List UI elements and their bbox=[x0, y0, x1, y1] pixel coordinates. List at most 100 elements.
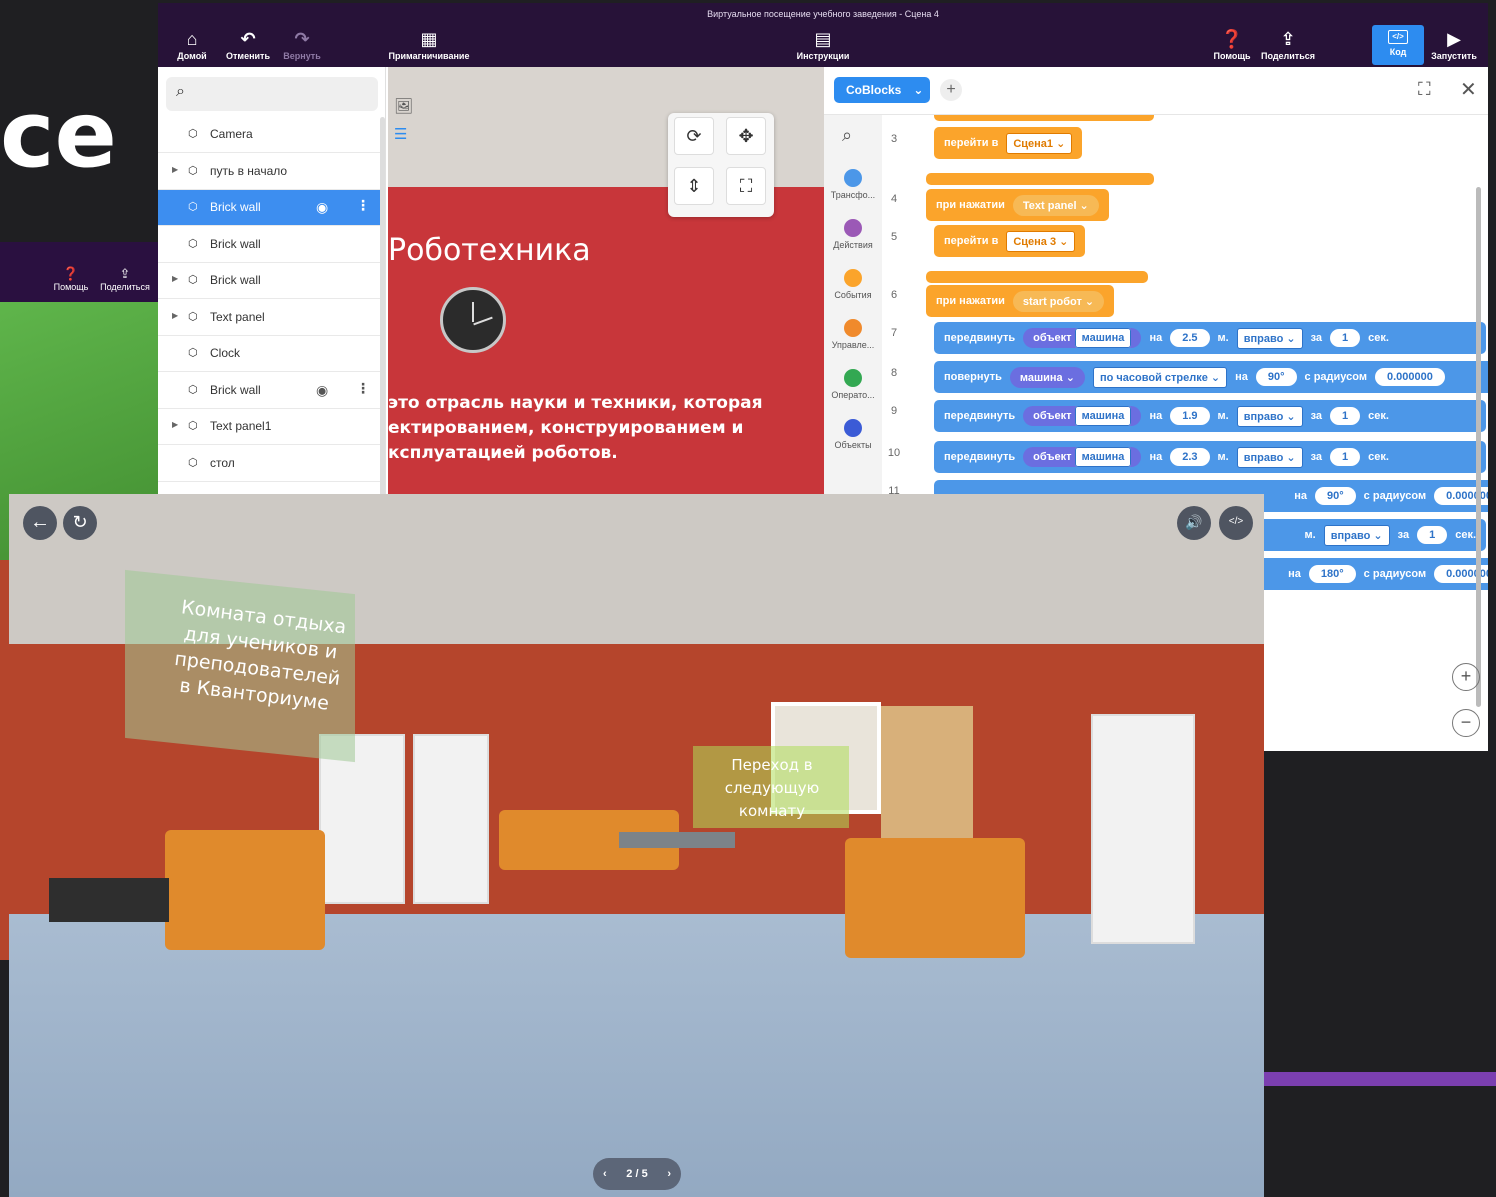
gallery-icon[interactable]: 🖼 bbox=[394, 97, 413, 115]
block-stub[interactable] bbox=[934, 115, 1154, 121]
scene-dropdown[interactable]: Сцена1 ⌄ bbox=[1006, 132, 1073, 154]
chevron-left-icon[interactable]: ‹ bbox=[603, 1168, 607, 1180]
more-options-icon[interactable]: ⋮ bbox=[356, 197, 370, 214]
code-view-button[interactable]: </> bbox=[1219, 506, 1253, 540]
time-input[interactable]: 1 bbox=[1330, 407, 1361, 425]
object-list-item[interactable]: ⬡ Camera bbox=[158, 117, 380, 153]
category-item[interactable]: Трансфо... bbox=[824, 169, 882, 200]
category-item[interactable]: Операто... bbox=[824, 369, 882, 400]
eye-icon[interactable]: ◉ bbox=[316, 199, 328, 216]
rotate-icon[interactable]: ⟳ bbox=[674, 117, 714, 155]
sound-button[interactable]: 🔊 bbox=[1177, 506, 1211, 540]
distance-input[interactable]: 2.5 bbox=[1170, 329, 1210, 347]
search-icon[interactable]: ⌕ bbox=[842, 125, 852, 146]
restart-button[interactable]: ↻ bbox=[63, 506, 97, 540]
coblocks-tab[interactable]: CoBlocks ⌄ bbox=[834, 77, 930, 103]
target-dropdown[interactable]: машина bbox=[1074, 406, 1132, 426]
code-button[interactable]: </> Код bbox=[1372, 25, 1424, 65]
angle-input[interactable]: 90° bbox=[1255, 368, 1297, 386]
back-button[interactable]: ← bbox=[23, 506, 57, 540]
clock-hand bbox=[473, 316, 493, 326]
bg-help-button[interactable]: ❓ Помощь bbox=[48, 266, 94, 292]
object-list-item[interactable]: ⬡ Brick wall bbox=[158, 227, 380, 263]
fullscreen-icon[interactable]: ⛶ bbox=[1418, 79, 1431, 100]
object-list-item[interactable]: ⬡ Brick wall ◉ ⋮ bbox=[158, 190, 380, 226]
redo-button[interactable]: ↷ Вернуть bbox=[272, 29, 332, 61]
category-item[interactable]: Объекты bbox=[824, 419, 882, 450]
time-input[interactable]: 1 bbox=[1330, 448, 1361, 466]
instructions-button[interactable]: ▤ Инструкции bbox=[786, 29, 860, 61]
object-selector[interactable]: объект машина bbox=[1023, 447, 1142, 467]
scene-view[interactable]: Роботехника это отрасль науки и техники,… bbox=[388, 67, 824, 497]
goto-block[interactable]: перейти в Сцена 3 ⌄ bbox=[934, 225, 1086, 257]
close-icon[interactable]: ✕ bbox=[1460, 77, 1477, 102]
code-scrollbar[interactable] bbox=[1476, 187, 1481, 707]
on-click-block[interactable]: при нажатии Text panel ⌄ bbox=[926, 189, 1109, 221]
zoom-in-button[interactable]: + bbox=[1452, 663, 1480, 691]
more-options-icon[interactable]: ⋮ bbox=[356, 380, 370, 397]
home-button[interactable]: ⌂ Домой bbox=[162, 29, 222, 61]
object-dropdown[interactable]: Text panel ⌄ bbox=[1012, 194, 1099, 216]
object-dropdown[interactable]: start робот ⌄ bbox=[1012, 290, 1105, 312]
dropdown-value: вправо bbox=[1243, 451, 1284, 464]
clock-object[interactable] bbox=[440, 287, 506, 353]
rotate-block[interactable]: повернуть машина ⌄ по часовой стрелке ⌄ … bbox=[934, 361, 1488, 393]
category-item[interactable]: Действия bbox=[824, 219, 882, 250]
zoom-out-button[interactable]: − bbox=[1452, 709, 1480, 737]
object-list-item[interactable]: ⬡ Brick wall ◉ ⋮ bbox=[158, 373, 380, 409]
scene-dropdown[interactable]: Сцена 3 ⌄ bbox=[1006, 230, 1076, 252]
vertical-move-icon[interactable]: ⇕ bbox=[674, 167, 714, 205]
move-icon[interactable]: ✥ bbox=[726, 117, 766, 155]
list-icon[interactable]: ☰ bbox=[394, 125, 407, 143]
object-list-item[interactable]: ⬡ стол bbox=[158, 446, 380, 482]
radius-input[interactable]: 0.000000 bbox=[1374, 368, 1445, 386]
run-button[interactable]: ▶ Запустить bbox=[1424, 29, 1484, 61]
category-item[interactable]: Управле... bbox=[824, 319, 882, 350]
help-button[interactable]: ❓ Помощь bbox=[1202, 29, 1262, 61]
time-input[interactable]: 1 bbox=[1417, 526, 1448, 544]
object-selector[interactable]: объект машина bbox=[1023, 328, 1142, 348]
move-block[interactable]: передвинуть объект машина на 1.9 м. впра… bbox=[934, 400, 1486, 432]
direction-dropdown[interactable]: вправо ⌄ bbox=[1323, 524, 1390, 546]
dropdown-value: вправо bbox=[1330, 529, 1371, 542]
add-tab-button[interactable]: + bbox=[940, 79, 962, 101]
object-list-item[interactable]: ▶ ⬡ путь в начало bbox=[158, 154, 380, 190]
object-list-scrollbar[interactable] bbox=[380, 117, 385, 497]
object-list-item[interactable]: ▶ ⬡ Text panel bbox=[158, 300, 380, 336]
bg-share-button[interactable]: ⇪ Поделиться bbox=[98, 266, 152, 292]
rotation-direction-dropdown[interactable]: по часовой стрелке ⌄ bbox=[1092, 366, 1228, 388]
undo-button[interactable]: ↶ Отменить bbox=[218, 29, 278, 61]
scene-player[interactable]: Комната отдыха для учеников и преподоват… bbox=[9, 494, 1264, 1197]
move-block[interactable]: передвинуть объект машина на 2.3 м. впра… bbox=[934, 441, 1486, 473]
angle-input[interactable]: 90° bbox=[1315, 487, 1356, 505]
object-selector[interactable]: объект машина bbox=[1023, 406, 1142, 426]
chevron-right-icon[interactable]: › bbox=[667, 1168, 671, 1180]
goto-block[interactable]: перейти в Сцена1 ⌄ bbox=[934, 127, 1083, 159]
cube-icon: ⬡ bbox=[188, 456, 198, 469]
expand-arrow-icon[interactable]: ▶ bbox=[172, 274, 178, 283]
expand-arrow-icon[interactable]: ▶ bbox=[172, 165, 178, 174]
time-input[interactable]: 1 bbox=[1330, 329, 1361, 347]
direction-dropdown[interactable]: вправо ⌄ bbox=[1236, 405, 1303, 427]
on-click-block[interactable]: при нажатии start робот ⌄ bbox=[926, 285, 1115, 317]
direction-dropdown[interactable]: вправо ⌄ bbox=[1236, 446, 1303, 468]
direction-dropdown[interactable]: вправо ⌄ bbox=[1236, 327, 1303, 349]
target-dropdown[interactable]: машина bbox=[1074, 328, 1132, 348]
expand-arrow-icon[interactable]: ▶ bbox=[172, 311, 178, 320]
object-list-item[interactable]: ▶ ⬡ Text panel1 bbox=[158, 409, 380, 445]
object-list-item[interactable]: ▶ ⬡ Brick wall bbox=[158, 263, 380, 299]
distance-input[interactable]: 1.9 bbox=[1170, 407, 1210, 425]
angle-input[interactable]: 180° bbox=[1308, 565, 1356, 583]
distance-input[interactable]: 2.3 bbox=[1170, 448, 1210, 466]
scale-icon[interactable]: ⛶ bbox=[726, 167, 766, 205]
expand-arrow-icon[interactable]: ▶ bbox=[172, 420, 178, 429]
target-dropdown[interactable]: машина bbox=[1074, 447, 1132, 467]
eye-icon[interactable]: ◉ bbox=[316, 382, 328, 399]
share-button[interactable]: ⇪ Поделиться bbox=[1258, 29, 1318, 61]
object-list-item[interactable]: ⬡ Clock bbox=[158, 336, 380, 372]
move-block[interactable]: передвинуть объект машина на 2.5 м. впра… bbox=[934, 322, 1486, 354]
object-search-input[interactable]: ⌕ bbox=[166, 77, 378, 111]
primitives-button[interactable]: ▦ Примагничивание bbox=[384, 29, 474, 61]
category-item[interactable]: События bbox=[824, 269, 882, 300]
object-selector[interactable]: машина ⌄ bbox=[1009, 366, 1085, 388]
